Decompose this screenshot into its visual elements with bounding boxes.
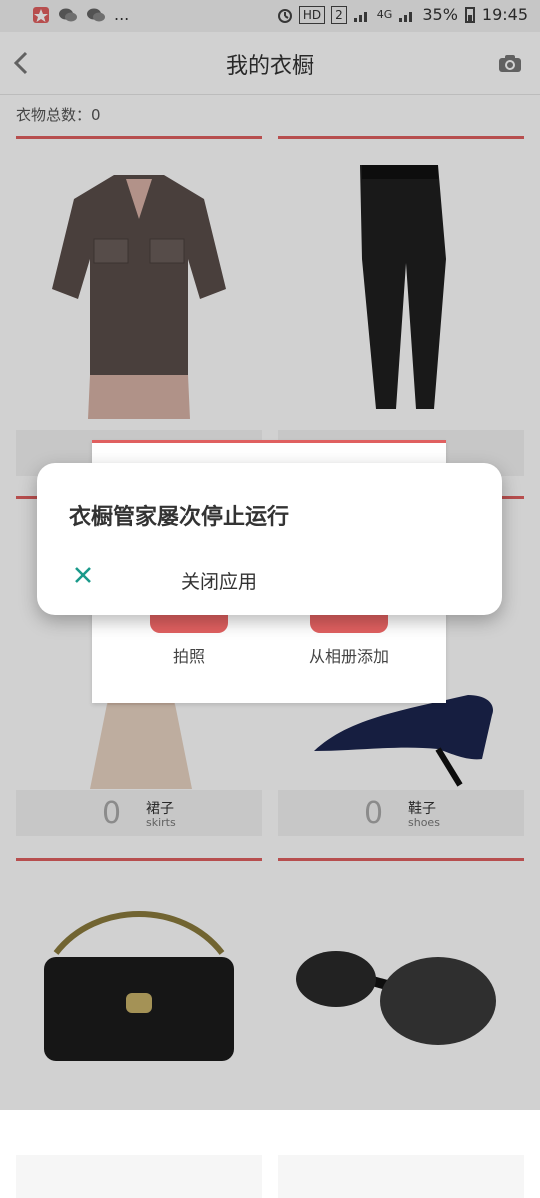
add-from-album-label[interactable]: 从相册添加 — [284, 643, 414, 667]
take-photo-button[interactable] — [150, 613, 228, 633]
take-photo-label[interactable]: 拍照 — [124, 643, 254, 667]
close-app-label: 关闭应用 — [181, 571, 258, 593]
crash-dialog: 衣橱管家屡次停止运行 关闭应用 — [37, 463, 502, 615]
close-icon — [75, 567, 91, 583]
dialog-title: 衣橱管家屡次停止运行 — [69, 505, 290, 530]
close-app-action[interactable]: 关闭应用 — [73, 563, 373, 597]
add-from-album-button[interactable] — [310, 613, 388, 633]
